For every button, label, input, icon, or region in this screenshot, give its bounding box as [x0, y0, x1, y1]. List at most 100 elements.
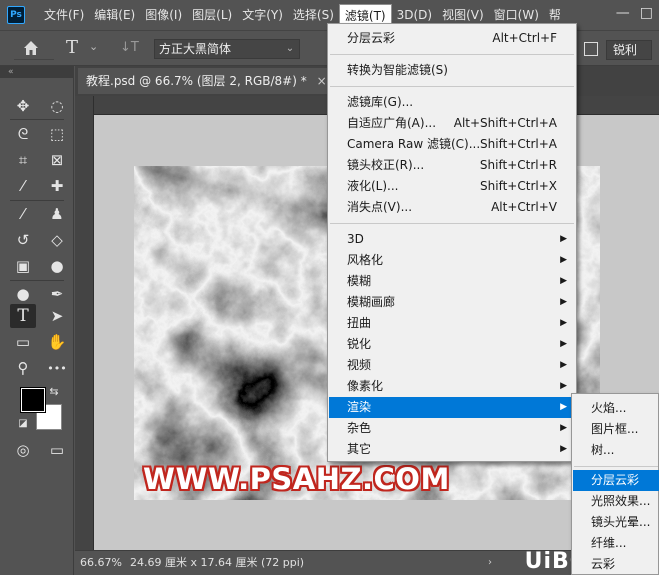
menu-item-label: 其它: [347, 442, 372, 456]
menu-edit[interactable]: 编辑(E): [89, 4, 140, 26]
document-tab[interactable]: 教程.psd @ 66.7% (图层 2, RGB/8#) * ×: [78, 68, 335, 94]
filter-menu: 分层云彩 Alt+Ctrl+F 转换为智能滤镜(S) 滤镜库(G)... 自适应…: [327, 23, 577, 462]
menu-item-adaptive-wide-angle[interactable]: 自适应广角(A)... Alt+Shift+Ctrl+A: [329, 113, 575, 134]
font-family-field[interactable]: 方正大黑简体 ⌄: [154, 39, 300, 59]
menu-layer[interactable]: 图层(L): [187, 4, 237, 26]
menu-item-blur-gallery[interactable]: 模糊画廊 ▶: [329, 292, 575, 313]
menu-item-noise[interactable]: 杂色 ▶: [329, 418, 575, 439]
zoom-tool-icon[interactable]: ⚲: [10, 356, 36, 380]
submenu-arrow-icon: ▶: [560, 255, 567, 265]
tool-separator: [10, 280, 64, 281]
object-select-tool-icon[interactable]: ⬚: [44, 122, 70, 146]
foreground-color-swatch[interactable]: [20, 387, 46, 413]
stamp-tool-icon[interactable]: ♟: [44, 202, 70, 226]
gradient-tool-icon[interactable]: ▣: [10, 254, 36, 278]
menu-item-label: 镜头校正(R)...: [347, 158, 425, 172]
chevron-right-icon[interactable]: ›: [488, 551, 492, 575]
menu-item-stylize[interactable]: 风格化 ▶: [329, 250, 575, 271]
submenu-item-difference-clouds[interactable]: 分层云彩: [573, 470, 659, 491]
close-icon[interactable]: ×: [317, 74, 327, 88]
pen-tool-icon[interactable]: ✒: [44, 282, 70, 306]
submenu-item-lighting-effects[interactable]: 光照效果...: [573, 491, 659, 512]
menu-item-convert-smart-filters[interactable]: 转换为智能滤镜(S): [329, 60, 575, 81]
menu-item-video[interactable]: 视频 ▶: [329, 355, 575, 376]
eyedropper-tool-icon[interactable]: ⁄: [10, 174, 36, 198]
more-tools-icon[interactable]: •••: [44, 356, 70, 380]
move-tool-icon[interactable]: ✥: [10, 94, 36, 118]
menu-image[interactable]: 图像(I): [140, 4, 187, 26]
history-brush-tool-icon[interactable]: ↺: [10, 228, 36, 252]
menu-item-label: 模糊: [347, 274, 372, 288]
submenu-item-flame[interactable]: 火焰...: [573, 398, 659, 419]
chevron-down-icon[interactable]: ⌄: [89, 40, 98, 53]
menu-item-label: 3D: [347, 232, 364, 246]
hand-tool-icon[interactable]: ✋: [44, 330, 70, 354]
collapse-icon[interactable]: «: [0, 66, 74, 78]
menu-item-label: 分层云彩: [347, 31, 396, 45]
document-tab-title: 教程.psd @ 66.7% (图层 2, RGB/8#) *: [86, 74, 307, 88]
menu-item-label: 杂色: [347, 421, 372, 435]
options-separator: [14, 59, 54, 60]
menu-item-render[interactable]: 渲染 ▶: [329, 397, 575, 418]
menu-item-camera-raw[interactable]: Camera Raw 滤镜(C)... Shift+Ctrl+A: [329, 134, 575, 155]
dodge-tool-icon[interactable]: ●: [10, 282, 36, 306]
submenu-item-lens-flare[interactable]: 镜头光晕...: [573, 512, 659, 533]
frame-tool-icon[interactable]: ⊠: [44, 148, 70, 172]
menu-item-sharpen[interactable]: 锐化 ▶: [329, 334, 575, 355]
menu-type[interactable]: 文字(Y): [237, 4, 288, 26]
submenu-item-picture-frame[interactable]: 图片框...: [573, 419, 659, 440]
rectangle-tool-icon[interactable]: ▭: [10, 330, 36, 354]
menu-item-label: 锐化: [347, 337, 372, 351]
home-icon[interactable]: [22, 39, 40, 60]
menu-item-label: 消失点(V)...: [347, 200, 413, 214]
menu-item-label: 风格化: [347, 253, 384, 267]
menu-item-3d[interactable]: 3D ▶: [329, 229, 575, 250]
submenu-arrow-icon: ▶: [560, 402, 567, 412]
swap-colors-icon[interactable]: ⇆: [46, 384, 62, 398]
quick-mask-icon[interactable]: ◎: [10, 438, 36, 462]
type-tool-icon[interactable]: T: [66, 37, 78, 58]
menu-item-vanishing-point[interactable]: 消失点(V)... Alt+Ctrl+V: [329, 197, 575, 218]
menu-item-liquify[interactable]: 液化(L)... Shift+Ctrl+X: [329, 176, 575, 197]
default-colors-icon[interactable]: ◪: [16, 416, 30, 430]
submenu-item-clouds[interactable]: 云彩: [573, 554, 659, 575]
menu-item-last-filter[interactable]: 分层云彩 Alt+Ctrl+F: [329, 28, 575, 49]
vertical-type-icon[interactable]: ↓T: [120, 40, 139, 55]
submenu-item-tree[interactable]: 树...: [573, 440, 659, 461]
menu-item-blur[interactable]: 模糊 ▶: [329, 271, 575, 292]
align-icon[interactable]: [584, 42, 598, 56]
menu-item-label: 转换为智能滤镜(S): [347, 63, 448, 77]
antialias-field[interactable]: 锐利: [606, 40, 652, 60]
lasso-tool-icon[interactable]: ᘓ: [10, 122, 36, 146]
menu-item-lens-correction[interactable]: 镜头校正(R)... Shift+Ctrl+R: [329, 155, 575, 176]
submenu-arrow-icon: ▶: [560, 360, 567, 370]
menu-separator: [330, 86, 574, 87]
menu-separator: [330, 54, 574, 55]
submenu-arrow-icon: ▶: [560, 318, 567, 328]
menu-item-label: 模糊画廊: [347, 295, 396, 309]
maximize-icon[interactable]: □: [640, 5, 653, 21]
crop-tool-icon[interactable]: ⌗: [10, 148, 36, 172]
eraser-tool-icon[interactable]: ◇: [44, 228, 70, 252]
menu-item-pixelate[interactable]: 像素化 ▶: [329, 376, 575, 397]
menu-item-shortcut: Shift+Ctrl+R: [479, 158, 557, 172]
menu-file[interactable]: 文件(F): [39, 4, 89, 26]
menu-item-label: 扭曲: [347, 316, 372, 330]
minimize-icon[interactable]: —: [616, 5, 630, 21]
menu-item-other[interactable]: 其它 ▶: [329, 439, 575, 460]
blur-tool-icon[interactable]: ●: [44, 254, 70, 278]
menu-item-filter-gallery[interactable]: 滤镜库(G)...: [329, 92, 575, 113]
menu-item-distort[interactable]: 扭曲 ▶: [329, 313, 575, 334]
healing-tool-icon[interactable]: ✚: [44, 174, 70, 198]
type-tool-icon[interactable]: T: [10, 304, 36, 328]
path-select-tool-icon[interactable]: ➤: [44, 304, 70, 328]
font-family-value: 方正大黑简体: [159, 42, 232, 56]
marquee-tool-icon[interactable]: ◌: [44, 94, 70, 118]
brush-tool-icon[interactable]: ⁄: [10, 202, 36, 226]
menu-separator: [574, 466, 658, 467]
submenu-arrow-icon: ▶: [560, 423, 567, 433]
chevron-down-icon[interactable]: ⌄: [283, 40, 297, 58]
submenu-item-fibers[interactable]: 纤维...: [573, 533, 659, 554]
screen-mode-icon[interactable]: ▭: [44, 438, 70, 462]
zoom-level[interactable]: 66.67%: [80, 551, 122, 575]
